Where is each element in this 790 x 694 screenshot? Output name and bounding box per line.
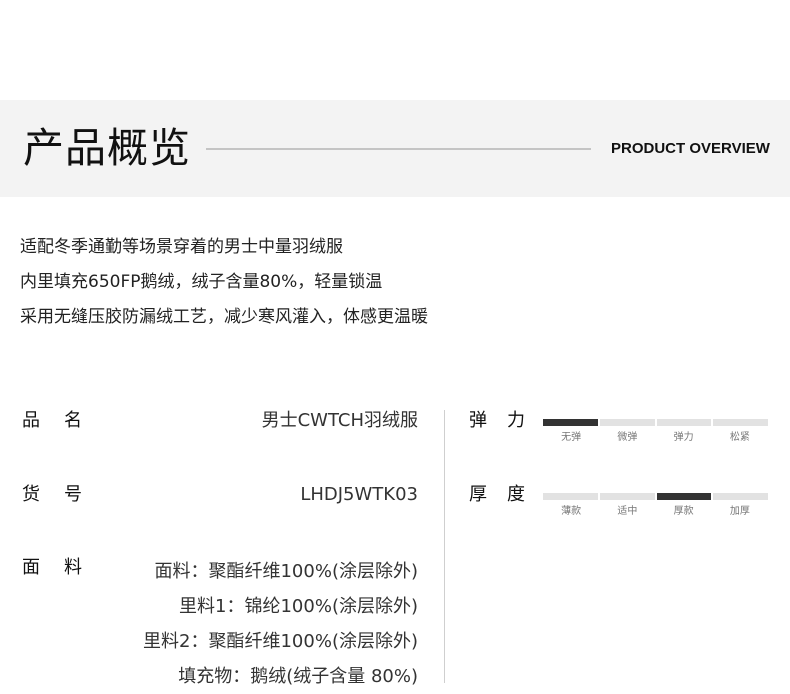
elasticity-scale-bar xyxy=(543,419,768,426)
scale-tick: 适中 xyxy=(617,506,638,517)
spec-label-name: 品名 xyxy=(22,410,106,431)
elasticity-scale-ticks: 无弹 微弹 弹力 松紧 xyxy=(543,431,768,445)
scale-segment xyxy=(656,419,712,426)
scale-tick: 微弹 xyxy=(617,432,638,443)
scale-tick: 松紧 xyxy=(729,432,750,443)
spec-row-name: 品名 男士CWTCH羽绒服 xyxy=(0,408,440,438)
scale-tick: 厚款 xyxy=(673,506,694,517)
spec-value-name: 男士CWTCH羽绒服 xyxy=(261,410,418,431)
material-list: 面料：聚酯纤维100%(涂层除外) 里料1：锦纶100%(涂层除外) 里料2：聚… xyxy=(143,554,418,694)
intro-line: 采用无缝压胶防漏绒工艺，减少寒风灌入，体感更温暖 xyxy=(20,307,428,327)
spec-value-sku: LHDJ5WTK03 xyxy=(300,484,418,505)
title-divider xyxy=(206,148,591,150)
intro-line: 内里填充650FP鹅绒，绒子含量80%，轻量锁温 xyxy=(20,272,383,292)
thickness-scale-bar xyxy=(543,493,768,500)
material-line: 面料：聚酯纤维100%(涂层除外) xyxy=(154,561,418,582)
scale-label-elasticity: 弹力 xyxy=(469,410,545,431)
scale-segment xyxy=(543,493,598,500)
scale-tick: 加厚 xyxy=(729,506,750,517)
intro-line: 适配冬季通勤等场景穿着的男士中量羽绒服 xyxy=(20,237,343,257)
scale-tick: 无弹 xyxy=(561,432,582,443)
intro-text: 适配冬季通勤等场景穿着的男士中量羽绒服 内里填充650FP鹅绒，绒子含量80%，… xyxy=(20,230,428,335)
scale-segment xyxy=(599,419,655,426)
material-line: 里料2：聚酯纤维100%(涂层除外) xyxy=(143,631,418,652)
scale-tick: 薄款 xyxy=(561,506,582,517)
scale-segment xyxy=(656,493,712,500)
thickness-scale-ticks: 薄款 适中 厚款 加厚 xyxy=(543,505,768,519)
column-divider xyxy=(444,410,445,683)
scale-label-thickness: 厚度 xyxy=(469,484,545,505)
scale-tick: 弹力 xyxy=(673,432,694,443)
material-line: 里料1：锦纶100%(涂层除外) xyxy=(179,596,418,617)
spec-row-sku: 货号 LHDJ5WTK03 xyxy=(0,482,440,512)
spec-label-material: 面料 xyxy=(22,557,106,578)
scale-segment xyxy=(599,493,655,500)
scale-segment xyxy=(713,493,768,500)
section-title: 产品概览 xyxy=(23,124,191,172)
scale-segment xyxy=(713,419,768,426)
material-line: 填充物：鹅绒(绒子含量 80%) xyxy=(178,666,418,687)
scale-segment xyxy=(543,419,598,426)
spec-label-sku: 货号 xyxy=(22,484,106,505)
section-title-en: PRODUCT OVERVIEW xyxy=(611,140,770,157)
